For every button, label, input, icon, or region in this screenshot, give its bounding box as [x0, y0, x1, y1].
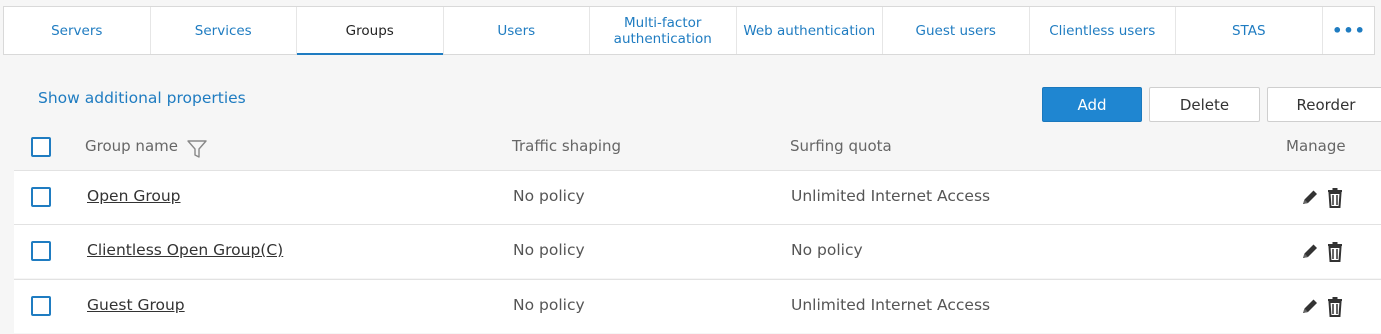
- more-icon[interactable]: •••: [1323, 7, 1376, 54]
- traffic-shaping-value: No policy: [513, 187, 585, 205]
- row-checkbox[interactable]: [31, 296, 51, 316]
- reorder-button[interactable]: Reorder: [1267, 87, 1381, 122]
- table-row: Open Group No policy Unlimited Internet …: [14, 170, 1381, 224]
- add-button[interactable]: Add: [1042, 87, 1142, 122]
- surfing-quota-value: Unlimited Internet Access: [791, 296, 991, 314]
- row-checkbox[interactable]: [31, 241, 51, 261]
- table-row: Guest Group No policy Unlimited Internet…: [14, 279, 1381, 333]
- row-checkbox[interactable]: [31, 187, 51, 207]
- trash-icon[interactable]: [1325, 296, 1345, 318]
- filter-icon[interactable]: [186, 138, 208, 160]
- tab-stas[interactable]: STAS: [1176, 7, 1323, 54]
- tab-servers[interactable]: Servers: [4, 7, 151, 54]
- group-name-link[interactable]: Guest Group: [87, 296, 185, 314]
- show-additional-properties-link[interactable]: Show additional properties: [38, 89, 246, 107]
- tab-services[interactable]: Services: [151, 7, 297, 54]
- tab-users[interactable]: Users: [444, 7, 590, 54]
- tab-web-authentication[interactable]: Web authentication: [737, 7, 883, 54]
- traffic-shaping-value: No policy: [513, 241, 585, 259]
- column-header-traffic-shaping: Traffic shaping: [512, 137, 622, 155]
- group-name-link[interactable]: Open Group: [87, 187, 181, 205]
- column-header-surfing-quota: Surfing quota: [790, 137, 892, 155]
- pencil-icon[interactable]: [1300, 241, 1320, 263]
- tab-guest-users[interactable]: Guest users: [883, 7, 1030, 54]
- trash-icon[interactable]: [1325, 241, 1345, 263]
- delete-button[interactable]: Delete: [1149, 87, 1260, 122]
- tab-bar: Servers Services Groups Users Multi-fact…: [3, 6, 1375, 55]
- table-row: Clientless Open Group(C) No policy No po…: [14, 224, 1381, 278]
- tab-groups[interactable]: Groups: [297, 7, 444, 55]
- tab-multi-factor-authentication[interactable]: Multi-factor authentication: [590, 7, 737, 54]
- column-header-group-name: Group name: [85, 137, 178, 155]
- traffic-shaping-value: No policy: [513, 296, 585, 314]
- column-header-manage: Manage: [1286, 137, 1346, 155]
- trash-icon[interactable]: [1325, 187, 1345, 209]
- pencil-icon[interactable]: [1300, 187, 1320, 209]
- pencil-icon[interactable]: [1300, 296, 1320, 318]
- group-name-link[interactable]: Clientless Open Group(C): [87, 241, 283, 259]
- surfing-quota-value: No policy: [791, 241, 863, 259]
- select-all-checkbox[interactable]: [31, 137, 51, 157]
- tab-clientless-users[interactable]: Clientless users: [1030, 7, 1176, 54]
- surfing-quota-value: Unlimited Internet Access: [791, 187, 991, 205]
